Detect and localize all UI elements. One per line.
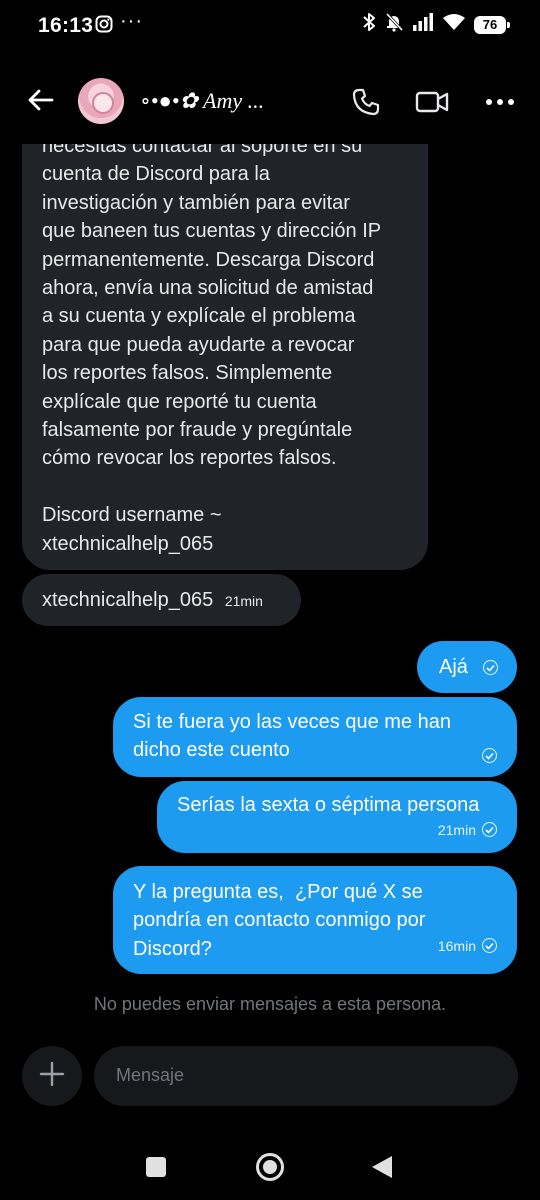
system-navigation-bar — [0, 1130, 540, 1200]
message-bubble-outgoing[interactable]: Ajá — [417, 641, 517, 693]
status-bar: 16:13 ··· 76 — [0, 0, 540, 56]
message-bubble-outgoing[interactable]: Y la pregunta es, ¿Por qué X se pondría … — [113, 866, 517, 974]
more-icon[interactable] — [482, 84, 518, 120]
message-bubble-incoming[interactable]: necesitas contactar al soporte en su cue… — [22, 144, 428, 570]
status-time: 16:13 — [38, 14, 94, 37]
conversation-header: ∘•●•✿ Amy ... — [0, 60, 540, 144]
avatar[interactable] — [78, 78, 124, 124]
phone-icon[interactable] — [348, 84, 384, 120]
message-text: Ajá — [439, 656, 468, 678]
message-meta: 16min — [438, 932, 497, 960]
message-time: 21min — [224, 593, 263, 609]
plus-icon — [38, 1060, 66, 1093]
read-check-icon — [483, 660, 499, 676]
read-check-icon — [482, 748, 497, 763]
cannot-message-notice: No puedes enviar mensajes a esta persona… — [93, 994, 447, 1014]
message-text: xtechnicalhelp_065 — [42, 589, 214, 611]
contact-name[interactable]: ∘•●•✿ Amy ... — [140, 88, 264, 114]
video-icon[interactable] — [414, 84, 450, 120]
read-check-icon — [482, 938, 497, 954]
back-arrow-icon[interactable] — [22, 82, 58, 118]
dm-screen: 16:13 ··· 76 ∘•●•✿ Amy ... necesitas con… — [0, 0, 540, 1200]
add-attachment-button[interactable] — [22, 1046, 82, 1106]
status-more-icon: ··· — [120, 10, 143, 32]
message-input-placeholder: Mensaje — [116, 1065, 185, 1085]
bluetooth-icon — [362, 12, 376, 37]
message-bubble-outgoing[interactable]: Serías la sexta o séptima persona 21min — [157, 781, 517, 853]
read-check-icon — [482, 822, 497, 838]
message-time: 16min — [437, 937, 476, 954]
message-bubble-outgoing[interactable]: Si te fuera yo las veces que me han dich… — [113, 697, 517, 777]
message-text: Si te fuera yo las veces que me han dich… — [133, 711, 451, 762]
battery-icon: 76 — [474, 15, 510, 34]
instagram-notification-icon — [95, 15, 113, 38]
message-input[interactable]: Mensaje — [94, 1046, 518, 1106]
wifi-icon — [442, 13, 466, 36]
avatar-image — [92, 92, 114, 114]
back-triangle-icon[interactable] — [372, 1156, 392, 1178]
message-meta: 21min — [438, 816, 497, 844]
message-bubble-incoming[interactable]: xtechnicalhelp_065 21min — [22, 574, 301, 626]
recent-apps-icon[interactable] — [146, 1157, 166, 1177]
status-icons: 76 — [362, 12, 510, 37]
message-time: 21min — [437, 821, 476, 838]
home-icon[interactable] — [256, 1153, 284, 1181]
message-list[interactable]: necesitas contactar al soporte en su cue… — [0, 144, 540, 1024]
mute-bell-icon — [384, 12, 404, 37]
signal-icon — [412, 13, 434, 36]
message-text: necesitas contactar al soporte en su cue… — [42, 144, 382, 555]
